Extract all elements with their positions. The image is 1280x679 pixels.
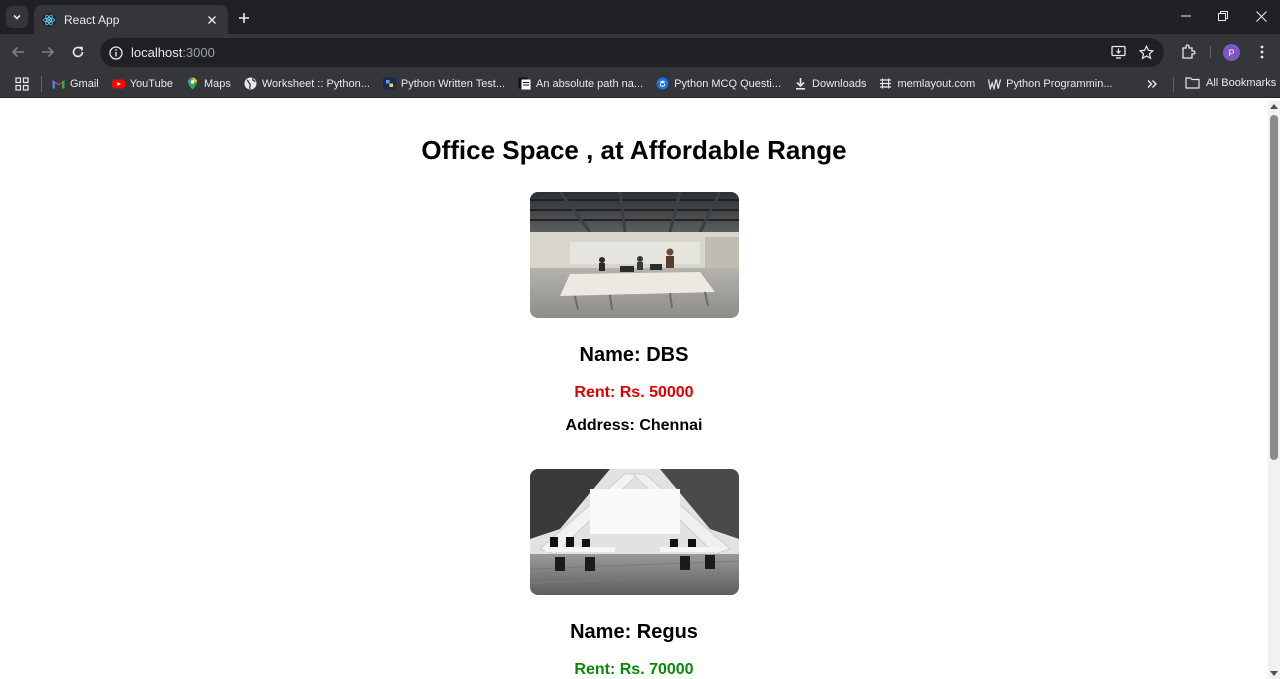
react-icon [42, 12, 56, 27]
vertical-scrollbar[interactable] [1268, 101, 1280, 679]
plus-icon [239, 13, 249, 23]
restore-button[interactable] [1211, 6, 1235, 26]
close-window-button[interactable] [1249, 6, 1273, 26]
mcq-icon [656, 77, 669, 90]
install-app-icon[interactable] [1110, 44, 1126, 60]
bookmark-label: Gmail [70, 77, 99, 90]
office-address: Address: Chennai [565, 417, 703, 434]
bookmark-downloads[interactable]: Downloads [794, 77, 866, 90]
profile-avatar[interactable]: P [1223, 44, 1240, 61]
extensions-icon[interactable] [1179, 43, 1197, 61]
scroll-down-arrow-icon[interactable] [1270, 671, 1278, 676]
document-icon [518, 77, 531, 90]
youtube-icon [111, 77, 125, 90]
minimize-button[interactable] [1174, 6, 1198, 26]
globe-icon [244, 77, 257, 90]
reload-button[interactable] [68, 42, 88, 62]
bookmark-label: Worksheet :: Python... [261, 77, 370, 90]
reload-icon [72, 46, 84, 58]
scroll-thumb[interactable] [1270, 115, 1278, 460]
bookmark-worksheet[interactable]: Worksheet :: Python... [244, 77, 370, 90]
bookmark-maps[interactable]: Maps [186, 77, 231, 90]
all-bookmarks-button[interactable]: All Bookmarks [1185, 76, 1276, 90]
arrow-left-icon [11, 46, 24, 58]
bookmark-youtube[interactable]: YouTube [111, 77, 173, 90]
bookmark-label: An absolute path na... [536, 77, 644, 90]
bookmark-label: Maps [203, 77, 231, 90]
tab-search-button[interactable] [6, 6, 28, 28]
bookmark-python-written-test[interactable]: Python Written Test... [382, 77, 506, 90]
page-title: Office Space , at Affordable Range [421, 135, 847, 165]
all-bookmarks-label: All Bookmarks [1206, 77, 1277, 89]
office-photo-color [530, 192, 739, 318]
bookmarks-bar: Gmail YouTube Maps Worksheet :: Python..… [0, 70, 1280, 98]
bookmark-absolute-path[interactable]: An absolute path na... [518, 77, 643, 90]
address-bar[interactable]: localhost:3000 [100, 38, 1164, 67]
restore-icon [1218, 11, 1228, 21]
toolbar-separator [1210, 46, 1211, 58]
new-tab-button[interactable] [234, 8, 254, 28]
bookmarks-separator [1173, 77, 1174, 92]
bookmarks-separator [41, 75, 42, 92]
url-port: :3000 [182, 45, 215, 60]
url-host: localhost [131, 45, 183, 60]
close-icon [1255, 10, 1267, 22]
more-bookmarks-icon[interactable] [1145, 77, 1159, 91]
bookmark-memlayout[interactable]: memlayout.com [879, 77, 975, 90]
memlayout-icon [879, 77, 892, 90]
back-button[interactable] [8, 42, 28, 62]
download-icon [794, 77, 807, 90]
scroll-up-arrow-icon[interactable] [1270, 104, 1278, 109]
gmail-icon [52, 77, 65, 90]
office-rent: Rent: Rs. 50000 [574, 384, 694, 401]
more-menu-icon[interactable] [1253, 43, 1271, 61]
maps-icon [186, 77, 199, 90]
bookmark-label: Python MCQ Questi... [674, 77, 782, 90]
close-tab-icon[interactable] [204, 12, 220, 28]
site-info-icon[interactable] [109, 45, 123, 60]
office-photo-grayscale [530, 469, 739, 595]
office-image [530, 469, 739, 595]
python-test-icon [382, 77, 396, 90]
tab-react-app[interactable]: React App [34, 5, 228, 34]
bookmark-gmail[interactable]: Gmail [52, 77, 99, 90]
bookmark-python-programming[interactable]: Python Programmin... [988, 77, 1112, 90]
office-rent: Rent: Rs. 70000 [574, 661, 694, 678]
bookmark-label: Python Written Test... [400, 77, 506, 90]
page-viewport: Office Space , at Affordable Range Name:… [0, 101, 1268, 679]
minimize-icon [1181, 15, 1191, 17]
tab-strip: React App [0, 0, 1280, 34]
bookmark-label: Downloads [812, 77, 867, 90]
bookmark-python-mcq[interactable]: Python MCQ Questi... [656, 77, 781, 90]
apps-grid-icon[interactable] [15, 76, 29, 91]
chevron-down-icon [13, 14, 21, 20]
bookmark-star-icon[interactable] [1138, 44, 1154, 60]
w3-icon [988, 77, 1002, 90]
arrow-right-icon [42, 46, 55, 58]
folder-icon [1185, 76, 1200, 90]
office-name: Name: DBS [579, 344, 689, 366]
bookmark-label: YouTube [129, 77, 173, 90]
bookmark-label: Python Programmin... [1006, 77, 1113, 90]
bookmark-label: memlayout.com [897, 77, 976, 90]
forward-button[interactable] [38, 42, 58, 62]
browser-toolbar: localhost:3000 P [0, 34, 1280, 70]
tab-title: React App [64, 12, 120, 27]
office-image [530, 192, 739, 318]
office-name: Name: Regus [570, 621, 698, 643]
